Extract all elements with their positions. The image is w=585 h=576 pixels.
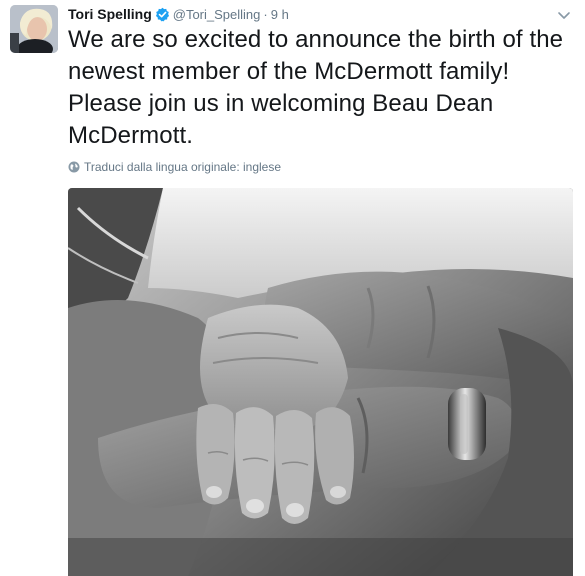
separator-dot: · [263, 6, 268, 22]
tweet-photo[interactable] [68, 188, 573, 576]
user-handle[interactable]: @Tori_Spelling [173, 7, 261, 22]
globe-icon [68, 161, 80, 173]
translate-label: Traduci dalla lingua originale: inglese [84, 160, 282, 174]
display-name[interactable]: Tori Spelling [68, 6, 152, 22]
chevron-down-icon[interactable] [557, 8, 571, 19]
translate-link[interactable]: Traduci dalla lingua originale: inglese [68, 160, 281, 174]
verified-badge-icon [155, 7, 170, 22]
photo-baby-hand-holding-finger [68, 188, 573, 576]
timestamp[interactable]: 9 h [271, 7, 289, 22]
tweet-card: Tori Spelling @Tori_Spelling · 9 h We ar… [0, 0, 585, 576]
tweet-text: We are so excited to announce the birth … [68, 26, 564, 149]
avatar[interactable] [10, 5, 58, 53]
tweet-header: Tori Spelling @Tori_Spelling · 9 h [68, 4, 289, 24]
